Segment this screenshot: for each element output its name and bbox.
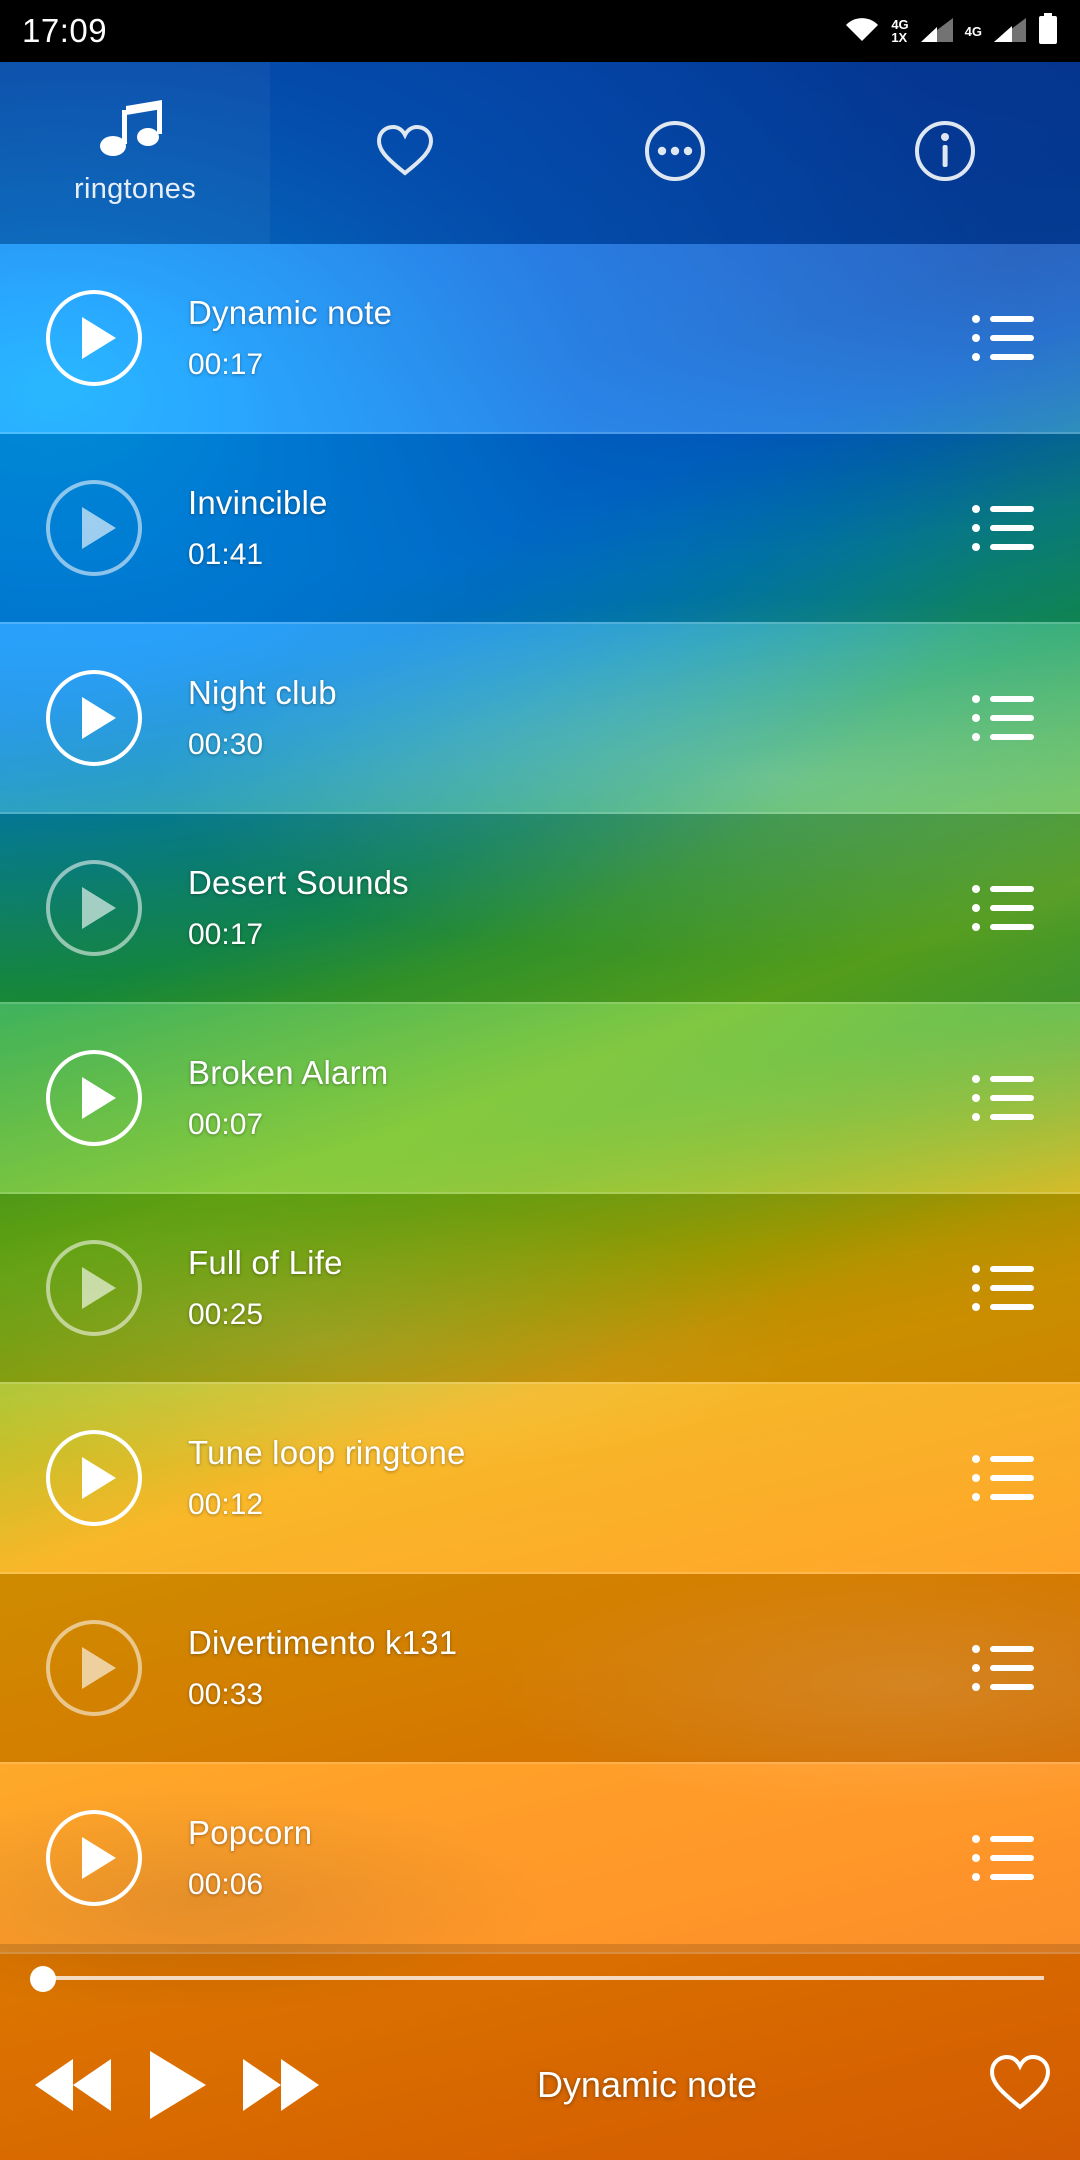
list-item-title: Tune loop ringtone (188, 1434, 466, 1471)
list-item-meta: Night club 00:30 (188, 674, 337, 762)
signal-bars-sim1-icon (920, 15, 954, 48)
list-item-duration: 00:07 (188, 1108, 264, 1141)
list-item-menu-icon[interactable] (972, 1452, 1034, 1504)
info-button[interactable] (810, 62, 1080, 244)
list-item-duration: 00:17 (188, 918, 264, 951)
network-label-sim1: 4G 1X (891, 17, 909, 45)
list-item-menu-icon[interactable] (972, 1262, 1034, 1314)
ringtone-list[interactable]: Dynamic note 00:17 Invincible 01:41 Nigh… (0, 244, 1080, 1954)
list-item-meta: Divertimento k131 00:33 (188, 1624, 457, 1712)
list-item[interactable]: Broken Alarm 00:07 (0, 1004, 1080, 1194)
status-icons: 4G 1X 4G (844, 12, 1058, 50)
more-options-icon (644, 120, 706, 187)
list-item-duration: 00:25 (188, 1298, 264, 1331)
heart-icon (376, 124, 434, 183)
list-item[interactable]: Tune loop ringtone 00:12 (0, 1384, 1080, 1574)
status-clock: 17:09 (22, 12, 108, 49)
tab-ringtones-label: ringtones (74, 173, 196, 205)
list-item-menu-icon[interactable] (972, 692, 1034, 744)
list-item-title: Night club (188, 674, 337, 711)
list-item-duration: 00:30 (188, 728, 264, 761)
list-item-meta: Desert Sounds 00:17 (188, 864, 409, 952)
list-item-menu-icon[interactable] (972, 1072, 1034, 1124)
list-item[interactable]: Dynamic note 00:17 (0, 244, 1080, 434)
list-item-meta: Broken Alarm 00:07 (188, 1054, 388, 1142)
network-label-sim2: 4G (964, 23, 982, 39)
list-item-title: Invincible (188, 484, 328, 521)
play-pause-button[interactable] (126, 2030, 230, 2140)
list-item-title: Full of Life (188, 1244, 343, 1281)
music-note-icon (100, 100, 170, 167)
play-icon (150, 2051, 206, 2119)
list-item-duration: 01:41 (188, 538, 264, 571)
play-button[interactable] (46, 1240, 142, 1336)
wifi-icon (844, 15, 880, 48)
seek-track[interactable] (46, 1976, 1044, 1980)
signal-bars-sim2-icon (993, 15, 1027, 48)
list-item-meta: Dynamic note 00:17 (188, 294, 392, 382)
favorite-button[interactable] (960, 2030, 1080, 2140)
list-item[interactable]: Popcorn 00:06 (0, 1764, 1080, 1954)
list-item-title: Popcorn (188, 1814, 313, 1851)
list-item-meta: Popcorn 00:06 (188, 1814, 312, 1902)
player-controls: Dynamic note (0, 2010, 1080, 2160)
list-item[interactable]: Night club 00:30 (0, 624, 1080, 814)
list-item-menu-icon[interactable] (972, 312, 1034, 364)
play-button[interactable] (46, 1050, 142, 1146)
list-item-title: Dynamic note (188, 294, 393, 331)
list-item-meta: Tune loop ringtone 00:12 (188, 1434, 466, 1522)
more-options-button[interactable] (540, 62, 810, 244)
seek-bar[interactable] (0, 1944, 1080, 2010)
heart-outline-icon (989, 2054, 1051, 2117)
list-item-duration: 00:12 (188, 1488, 264, 1521)
list-item[interactable]: Desert Sounds 00:17 (0, 814, 1080, 1004)
phone-screen: 17:09 4G 1X 4G ringtones Dynamic note 00… (0, 0, 1080, 2160)
play-button[interactable] (46, 670, 142, 766)
rewind-icon (35, 2059, 113, 2111)
fast-forward-button[interactable] (230, 2030, 334, 2140)
list-item-duration: 00:06 (188, 1868, 264, 1901)
play-button[interactable] (46, 480, 142, 576)
fast-forward-icon (243, 2059, 321, 2111)
list-item-menu-icon[interactable] (972, 1832, 1034, 1884)
info-icon (914, 120, 976, 187)
list-item-title: Broken Alarm (188, 1054, 389, 1091)
play-button[interactable] (46, 860, 142, 956)
now-playing-title: Dynamic note (536, 2064, 758, 2105)
list-item-title: Divertimento k131 (188, 1624, 458, 1661)
list-item-title: Desert Sounds (188, 864, 409, 901)
list-item-duration: 00:33 (188, 1678, 264, 1711)
rewind-button[interactable] (22, 2030, 126, 2140)
list-item[interactable]: Divertimento k131 00:33 (0, 1574, 1080, 1764)
list-item[interactable]: Full of Life 00:25 (0, 1194, 1080, 1384)
list-item-meta: Invincible 01:41 (188, 484, 328, 572)
play-button[interactable] (46, 1430, 142, 1526)
play-button[interactable] (46, 1810, 142, 1906)
favorites-button[interactable] (270, 62, 540, 244)
list-item-menu-icon[interactable] (972, 882, 1034, 934)
list-item-menu-icon[interactable] (972, 1642, 1034, 1694)
play-button[interactable] (46, 1620, 142, 1716)
player-bar: Dynamic note (0, 1944, 1080, 2160)
list-item-menu-icon[interactable] (972, 502, 1034, 554)
app-bar: ringtones (0, 62, 1080, 244)
list-item-meta: Full of Life 00:25 (188, 1244, 343, 1332)
battery-icon (1038, 12, 1058, 50)
tab-ringtones[interactable]: ringtones (0, 62, 270, 244)
list-item-duration: 00:17 (188, 348, 264, 381)
play-button[interactable] (46, 290, 142, 386)
status-bar: 17:09 4G 1X 4G (0, 0, 1080, 62)
list-item[interactable]: Invincible 01:41 (0, 434, 1080, 624)
seek-thumb[interactable] (30, 1966, 56, 1992)
